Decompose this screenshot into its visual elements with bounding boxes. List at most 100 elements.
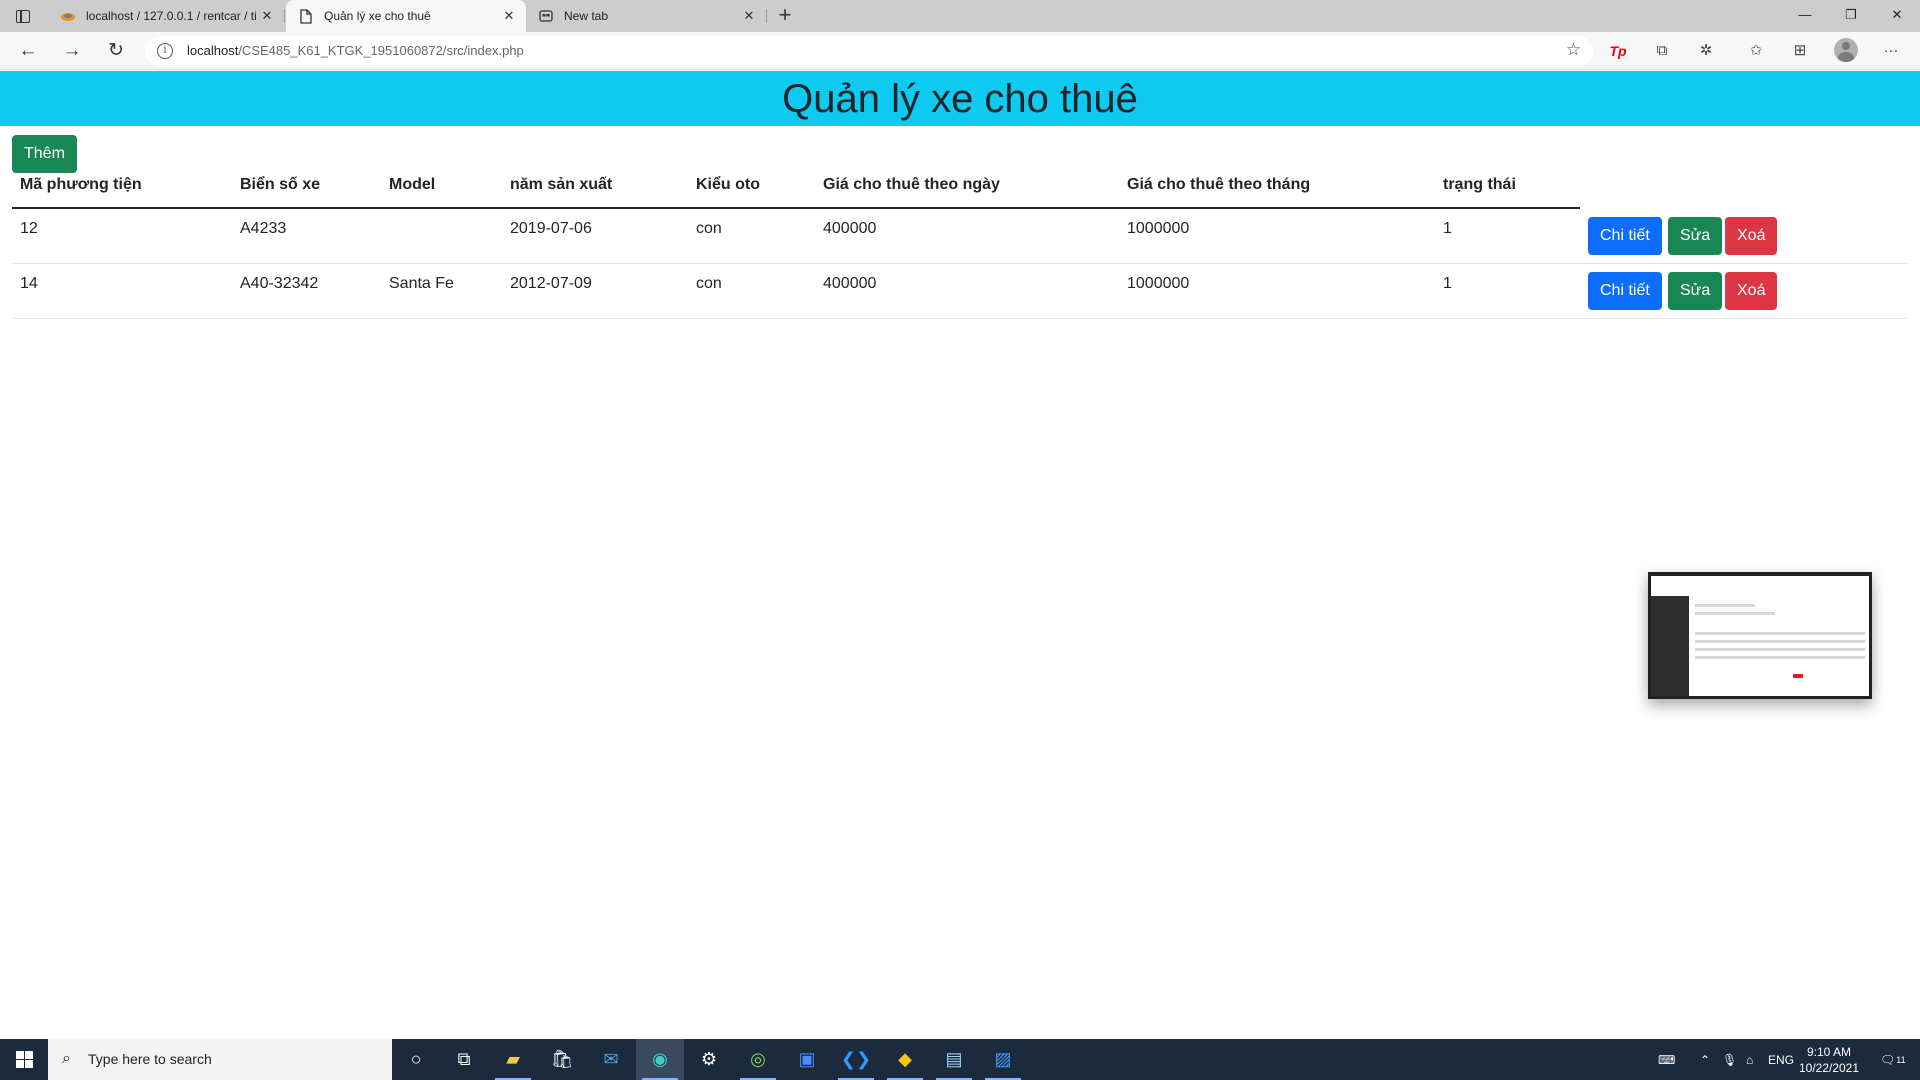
close-icon[interactable]: ✕ bbox=[740, 8, 758, 24]
new-tab-button[interactable]: + bbox=[772, 3, 798, 29]
info-icon[interactable]: i bbox=[157, 43, 173, 59]
cell-plate: A4233 bbox=[240, 220, 287, 237]
delete-button[interactable]: Xoá bbox=[1725, 272, 1778, 310]
page-icon bbox=[298, 8, 314, 24]
edit-button[interactable]: Sửa bbox=[1668, 217, 1723, 255]
cell-year: 2012-07-09 bbox=[510, 275, 592, 292]
cell-id: 12 bbox=[20, 220, 38, 237]
mail-icon[interactable]: ✉ bbox=[587, 1039, 635, 1080]
task-view-icon[interactable]: ⧉ bbox=[440, 1039, 488, 1080]
tp-extension-icon[interactable]: Tp bbox=[1607, 40, 1629, 62]
more-menu-icon[interactable]: ··· bbox=[1880, 40, 1902, 62]
back-button[interactable]: ← bbox=[14, 38, 42, 64]
app-green-icon[interactable]: ◎ bbox=[734, 1039, 782, 1080]
url-text[interactable]: localhost/CSE485_K61_KTGK_1951060872/src… bbox=[187, 43, 524, 58]
thumbnail-line bbox=[1695, 640, 1865, 643]
clock-date: 10/22/2021 bbox=[1798, 1061, 1860, 1075]
forward-button[interactable]: → bbox=[58, 38, 86, 64]
add-button[interactable]: Thêm bbox=[12, 135, 77, 173]
zoom-icon[interactable]: ▣ bbox=[783, 1039, 831, 1080]
chevron-up-icon[interactable]: ⌃ bbox=[1700, 1039, 1710, 1080]
edit-button[interactable]: Sửa bbox=[1668, 272, 1723, 310]
cell-id: 14 bbox=[20, 275, 38, 292]
delete-button[interactable]: Xoá bbox=[1725, 217, 1778, 255]
cell-price-day: 400000 bbox=[823, 275, 877, 292]
column-header: Biển số xe bbox=[240, 176, 321, 193]
column-header: Model bbox=[389, 176, 436, 193]
close-icon[interactable]: ✕ bbox=[500, 8, 518, 24]
tab-quan-ly-xe[interactable]: Quản lý xe cho thuê ✕ bbox=[286, 0, 526, 32]
vscode-icon[interactable]: ❮❯ bbox=[832, 1039, 880, 1080]
tab-title: New tab bbox=[564, 9, 609, 23]
table-row: 14 A40-32342 Santa Fe 2012-07-09 con 400… bbox=[12, 264, 1908, 319]
page-header: Quản lý xe cho thuê bbox=[0, 71, 1920, 126]
add-favorite-icon[interactable]: ☆ bbox=[1566, 40, 1581, 60]
tab-new-tab[interactable]: New tab ✕ bbox=[526, 0, 766, 32]
restore-button[interactable]: ❐ bbox=[1828, 0, 1874, 30]
taskbar-clock[interactable]: 9:10 AM 10/22/2021 bbox=[1798, 1044, 1860, 1076]
microphone-icon[interactable]: 🎙 bbox=[1722, 1039, 1737, 1080]
thumbnail-red-button bbox=[1793, 674, 1803, 678]
steam-icon[interactable]: ⚙ bbox=[685, 1039, 733, 1080]
cell-price-month: 1000000 bbox=[1127, 220, 1190, 237]
language-indicator[interactable]: ENG bbox=[1768, 1039, 1794, 1080]
edge-icon[interactable]: ◉ bbox=[636, 1039, 684, 1080]
cell-price-day: 400000 bbox=[823, 220, 877, 237]
taskbar-search[interactable]: ⌕ Type here to search bbox=[48, 1039, 392, 1080]
windows-logo-icon bbox=[16, 1051, 24, 1059]
tab-title: localhost / 127.0.0.1 / rentcar / ti bbox=[86, 9, 257, 23]
table-row: 12 A4233 2019-07-06 con 400000 1000000 1… bbox=[12, 209, 1908, 264]
cortana-icon[interactable]: ○ bbox=[392, 1039, 440, 1080]
cell-model: Santa Fe bbox=[389, 275, 454, 292]
windows-logo-icon bbox=[25, 1051, 33, 1059]
network-icon[interactable]: ⌂ bbox=[1746, 1039, 1753, 1080]
close-icon[interactable]: ✕ bbox=[258, 8, 276, 24]
photos-icon[interactable]: ▨ bbox=[979, 1039, 1027, 1080]
page-title: Quản lý xe cho thuê bbox=[782, 77, 1138, 121]
search-icon: ⌕ bbox=[62, 1050, 71, 1067]
url-host: localhost bbox=[187, 43, 239, 58]
notepad-icon[interactable]: ▤ bbox=[930, 1039, 978, 1080]
tab-phpmyadmin[interactable]: localhost / 127.0.0.1 / rentcar / ti ✕ bbox=[48, 0, 284, 32]
refresh-button[interactable]: ↻ bbox=[102, 38, 130, 64]
tab-separator bbox=[766, 9, 767, 23]
cell-status: 1 bbox=[1443, 220, 1452, 237]
url-path: /CSE485_K61_KTGK_1951060872/src/index.ph… bbox=[238, 43, 524, 58]
screenshot-thumbnail[interactable] bbox=[1648, 572, 1872, 699]
tab-separator bbox=[284, 9, 285, 23]
file-explorer-icon[interactable]: ▰ bbox=[489, 1039, 537, 1080]
column-header: Mã phương tiện bbox=[20, 176, 142, 193]
minimize-button[interactable]: — bbox=[1782, 0, 1828, 30]
favorites-icon[interactable]: ✩ bbox=[1745, 40, 1767, 62]
cell-year: 2019-07-06 bbox=[510, 220, 592, 237]
browser-toolbar: ← → ↻ i localhost/CSE485_K61_KTGK_195106… bbox=[0, 32, 1920, 70]
thumbnail-line bbox=[1695, 656, 1865, 659]
collections-icon[interactable]: ⊞ bbox=[1789, 40, 1811, 62]
window-close-button[interactable]: ✕ bbox=[1874, 0, 1920, 30]
store-icon[interactable]: 🛍 bbox=[538, 1039, 586, 1080]
cell-plate: A40-32342 bbox=[240, 275, 319, 292]
thumbnail-sidebar bbox=[1651, 596, 1689, 696]
cell-type: con bbox=[696, 275, 722, 292]
profile-avatar[interactable] bbox=[1834, 38, 1858, 62]
tab-actions-button[interactable] bbox=[12, 6, 34, 26]
extensions-puzzle-icon[interactable]: ✲ bbox=[1695, 40, 1717, 62]
page-content: Quản lý xe cho thuê Thêm Mã phương tiện … bbox=[0, 71, 1920, 1039]
cell-price-month: 1000000 bbox=[1127, 275, 1190, 292]
detail-button[interactable]: Chi tiết bbox=[1588, 217, 1662, 255]
notification-center-icon[interactable]: 🗨 11 bbox=[1880, 1039, 1906, 1080]
detail-button[interactable]: Chi tiết bbox=[1588, 272, 1662, 310]
address-bar[interactable]: i localhost/CSE485_K61_KTGK_1951060872/s… bbox=[145, 36, 1593, 66]
windows-taskbar: ⌕ Type here to search ○ ⧉ ▰ 🛍 ✉ ◉ ⚙ ◎ ▣ … bbox=[0, 1039, 1920, 1080]
extension-icon[interactable]: ⧉ bbox=[1651, 40, 1673, 62]
sourcetree-icon[interactable]: ◆ bbox=[881, 1039, 929, 1080]
newtab-icon bbox=[538, 8, 554, 24]
tab-strip: localhost / 127.0.0.1 / rentcar / ti ✕ Q… bbox=[0, 0, 1920, 32]
start-button[interactable] bbox=[0, 1039, 48, 1080]
message-icon: 🗨 bbox=[1880, 1052, 1896, 1067]
thumbnail-line bbox=[1695, 604, 1755, 607]
windows-logo-icon bbox=[25, 1060, 33, 1068]
keyboard-icon[interactable]: ⌨ bbox=[1658, 1039, 1675, 1080]
cell-type: con bbox=[696, 220, 722, 237]
column-header: Giá cho thuê theo tháng bbox=[1127, 176, 1311, 193]
